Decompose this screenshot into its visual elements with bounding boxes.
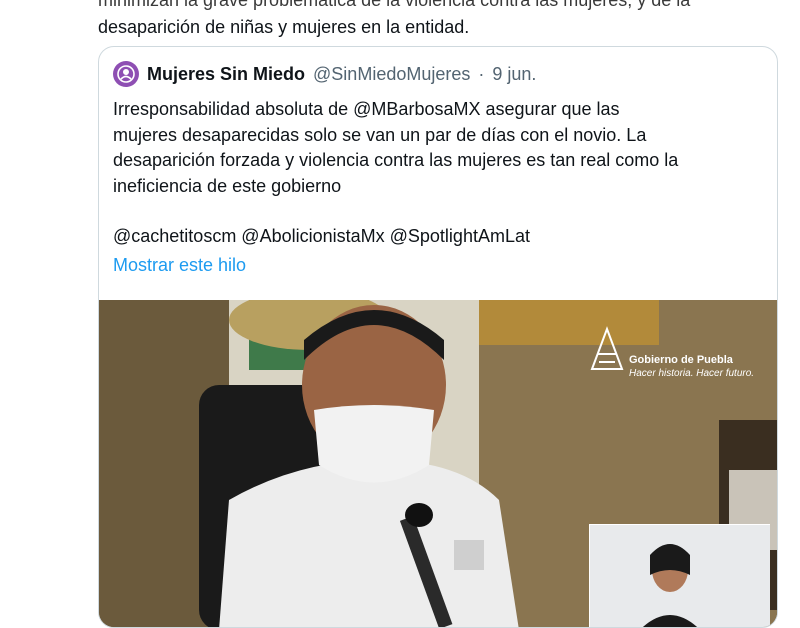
interpreter-image [590, 525, 770, 627]
body-line-1: Irresponsabilidad absoluta de @MBarbosaM… [113, 99, 620, 119]
government-logo-icon [590, 326, 624, 370]
quoted-tweet-body: Irresponsabilidad absoluta de @MBarbosaM… [113, 97, 763, 250]
body-line-2: mujeres desaparecidas solo se van un par… [113, 124, 647, 145]
quoted-tweet-header: Mujeres Sin Miedo @SinMiedoMujeres · 9 j… [113, 61, 536, 87]
video-thumbnail[interactable]: Gobierno de Puebla Hacer historia. Hacer… [99, 300, 777, 627]
body-line-4: ineficiencia de este gobierno [113, 175, 342, 196]
avatar-logo-icon [117, 65, 135, 83]
avatar[interactable] [113, 61, 139, 87]
tweet-date[interactable]: 9 jun. [492, 64, 536, 85]
body-line-3: desaparición forzada y violencia contra … [113, 150, 679, 170]
quoted-tweet-card[interactable]: Mujeres Sin Miedo @SinMiedoMujeres · 9 j… [98, 46, 778, 628]
mentions[interactable]: @cachetitoscm @AbolicionistaMx @Spotligh… [113, 224, 763, 250]
user-handle[interactable]: @SinMiedoMujeres [313, 64, 470, 85]
separator-dot: · [478, 63, 485, 84]
tweet-text-line-2: desaparición de niñas y mujeres en la en… [98, 17, 470, 37]
tweet-text: minimizan la grave problemática de la vi… [98, 0, 788, 41]
overlay-slogan: Hacer historia. Hacer futuro. [629, 368, 755, 379]
display-name[interactable]: Mujeres Sin Miedo [147, 64, 305, 85]
overlay-title: Gobierno de Puebla [629, 354, 733, 366]
show-thread-link[interactable]: Mostrar este hilo [113, 255, 246, 276]
sign-language-interpreter-inset [589, 524, 770, 627]
tweet-text-line-1: minimizan la grave problemática de la vi… [98, 0, 691, 10]
